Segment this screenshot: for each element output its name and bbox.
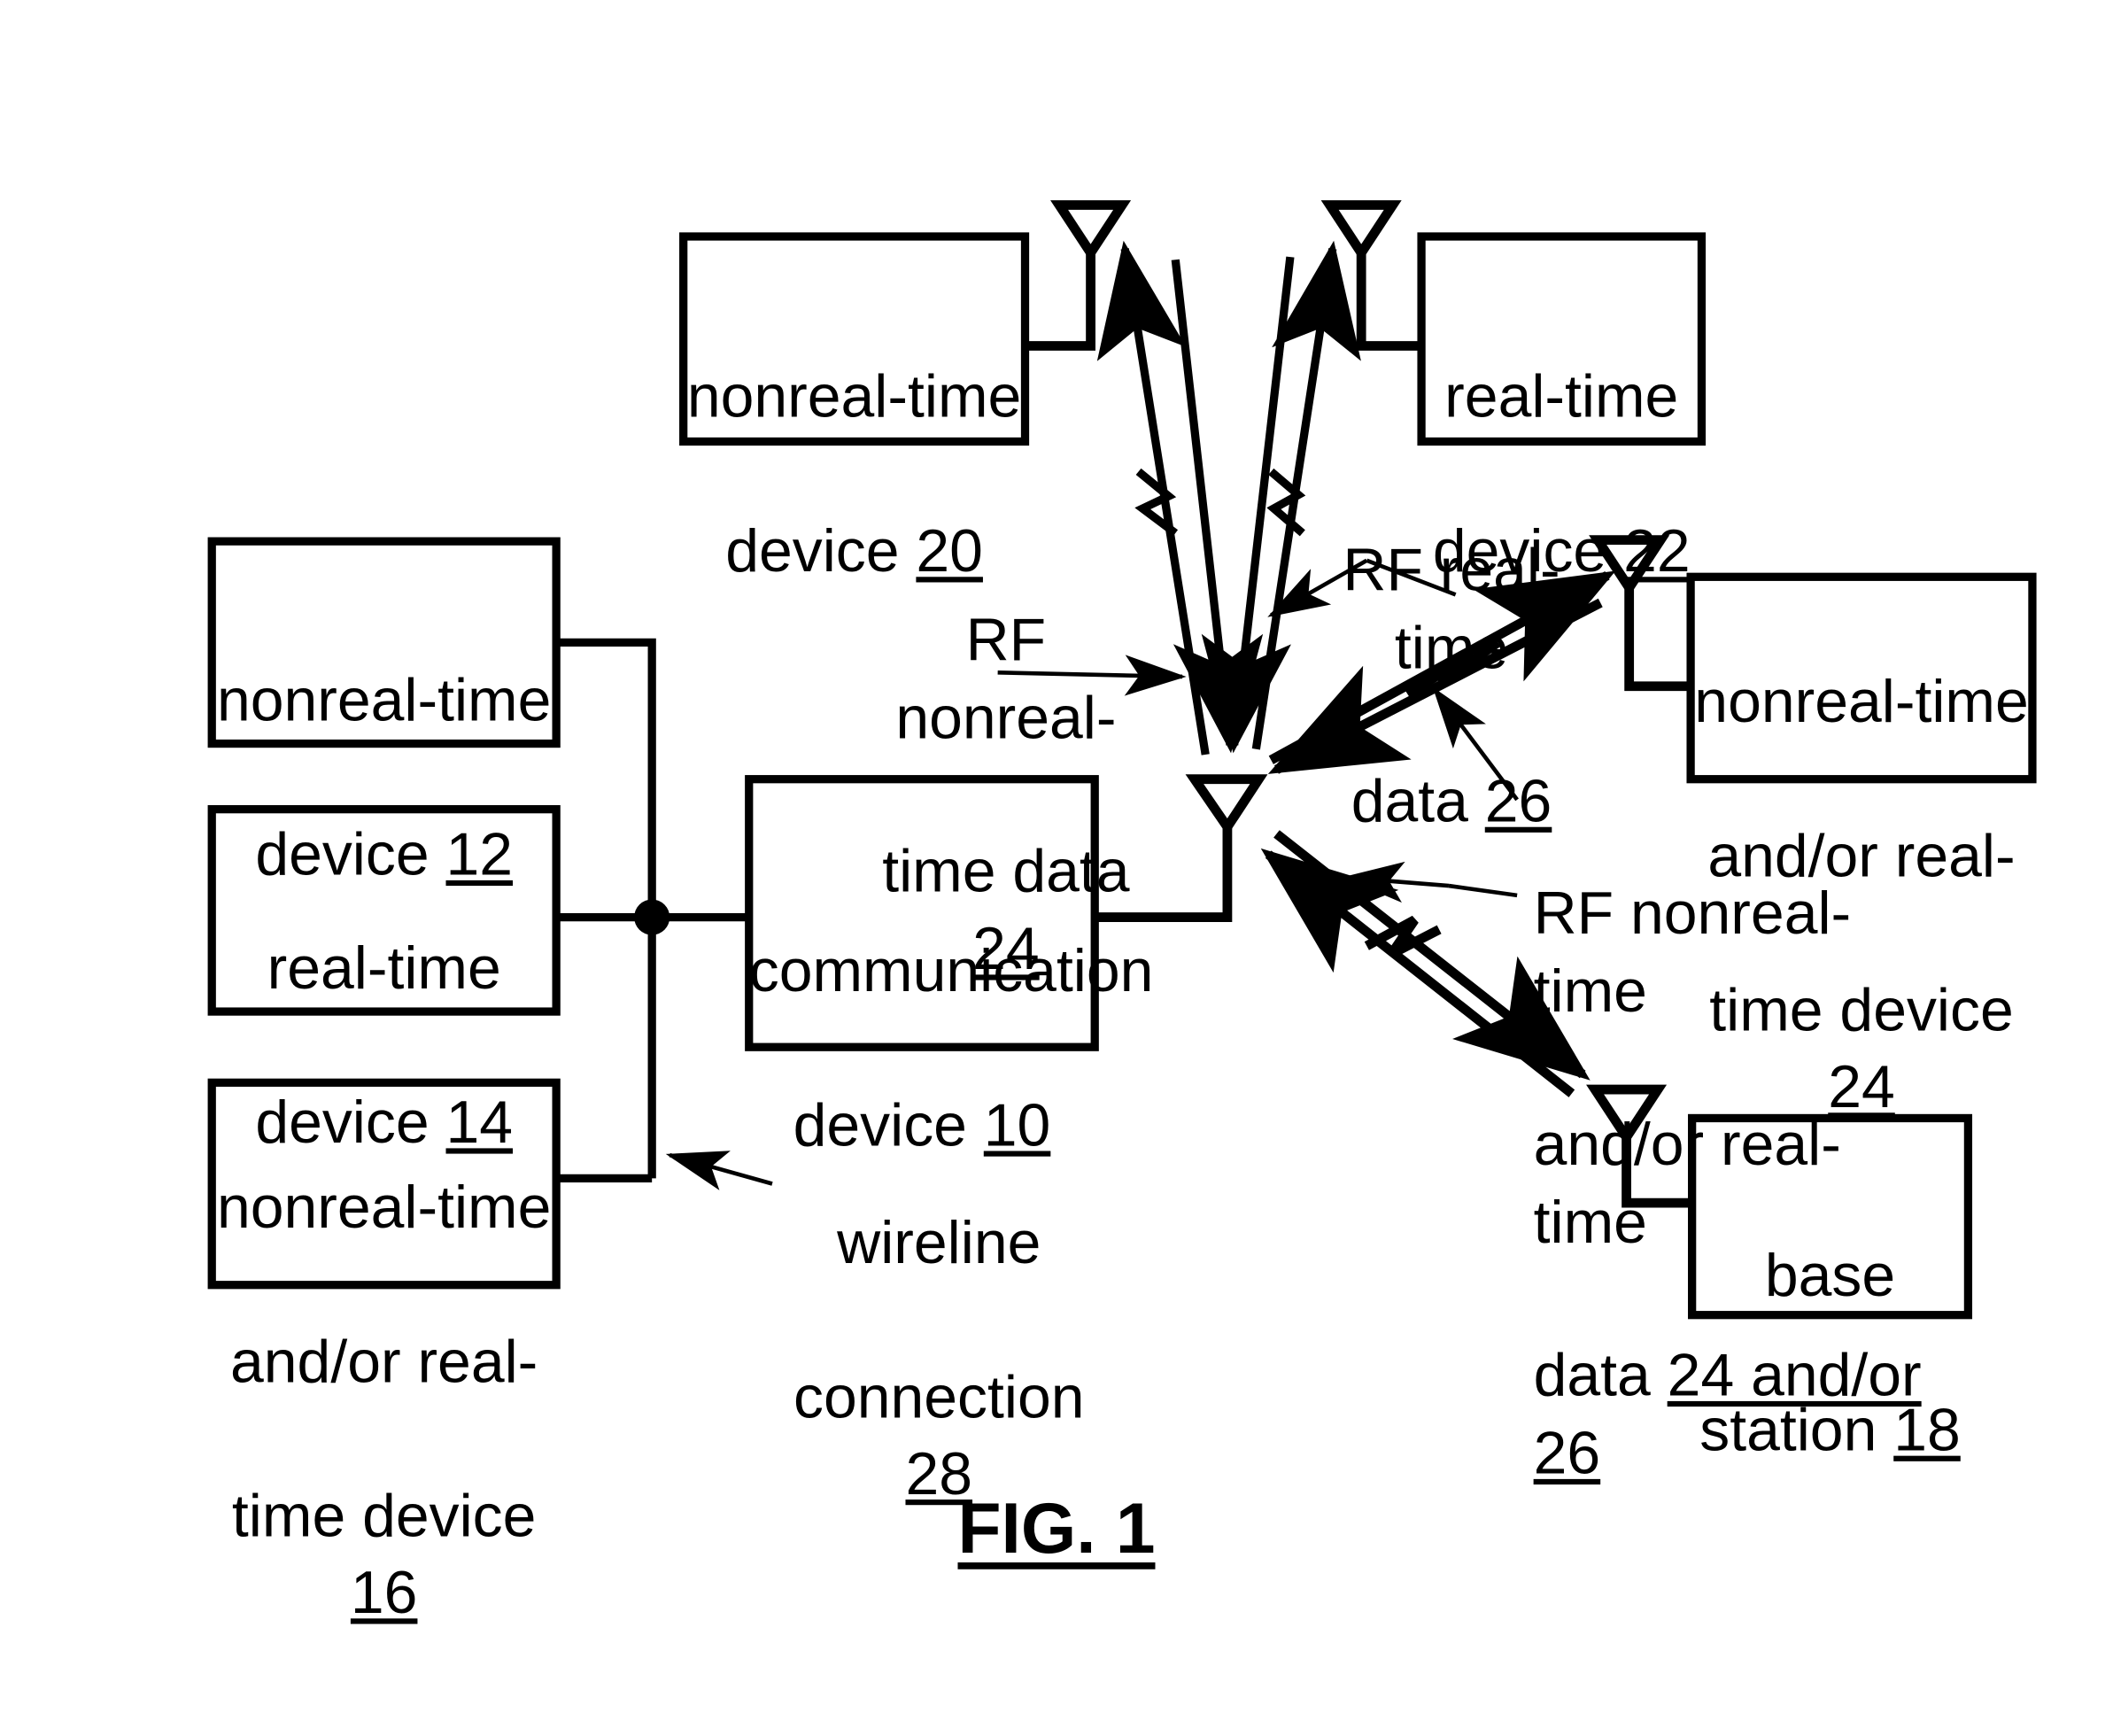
leader-wireline-connection-28 (665, 1151, 773, 1190)
box-outline-real-time-device-22 (1417, 232, 1707, 446)
box-outline-nonreal-time-and-or-real-time-device-24 (1686, 572, 2037, 784)
rf-link-10-to-24 (1267, 570, 1616, 774)
antenna-icon-base-station-18 (1586, 1084, 1668, 1146)
leader-rf-data-24-and-or-26-upper (1432, 686, 1519, 802)
antenna-stub-device-22 (1356, 243, 1422, 351)
box-outline-nonreal-time-device-20 (679, 232, 1030, 446)
rf-link-10-to-18 (1260, 830, 1591, 1097)
rf-link-10-to-22 (1201, 240, 1361, 754)
patent-figure-1: device 20 (RF nonreal-time data 24) --> … (0, 0, 2113, 1736)
rf-link-10-to-20 (1096, 240, 1264, 756)
antenna-icon-device-20 (1050, 200, 1132, 262)
box-outline-real-time-device-14 (207, 805, 561, 1016)
box-outline-nonreal-time-device-12 (207, 537, 561, 748)
antenna-icon-communication-device-10 (1185, 774, 1268, 836)
wireline-bus (556, 638, 749, 1182)
leader-rf-data-24-and-or-26-lower (1342, 861, 1518, 903)
box-outline-base-station-18 (1688, 1113, 1973, 1320)
box-outline-communication-device-10 (745, 775, 1099, 1051)
antenna-stub-device-24 (1624, 579, 1691, 692)
antenna-stub-device-20 (1025, 243, 1095, 351)
antenna-icon-device-22 (1320, 200, 1402, 262)
diagram-canvas: device 20 (RF nonreal-time data 24) --> … (207, 200, 2037, 1320)
leader-rf-nonreal-time-data-24 (997, 655, 1187, 696)
antenna-stub-communication-device-10 (1095, 817, 1233, 922)
antenna-stub-base-station-18 (1622, 1128, 1692, 1208)
box-outline-nonreal-time-and-or-real-time-device-16 (207, 1078, 561, 1290)
leader-rf-real-time-data-26 (1267, 558, 1457, 617)
